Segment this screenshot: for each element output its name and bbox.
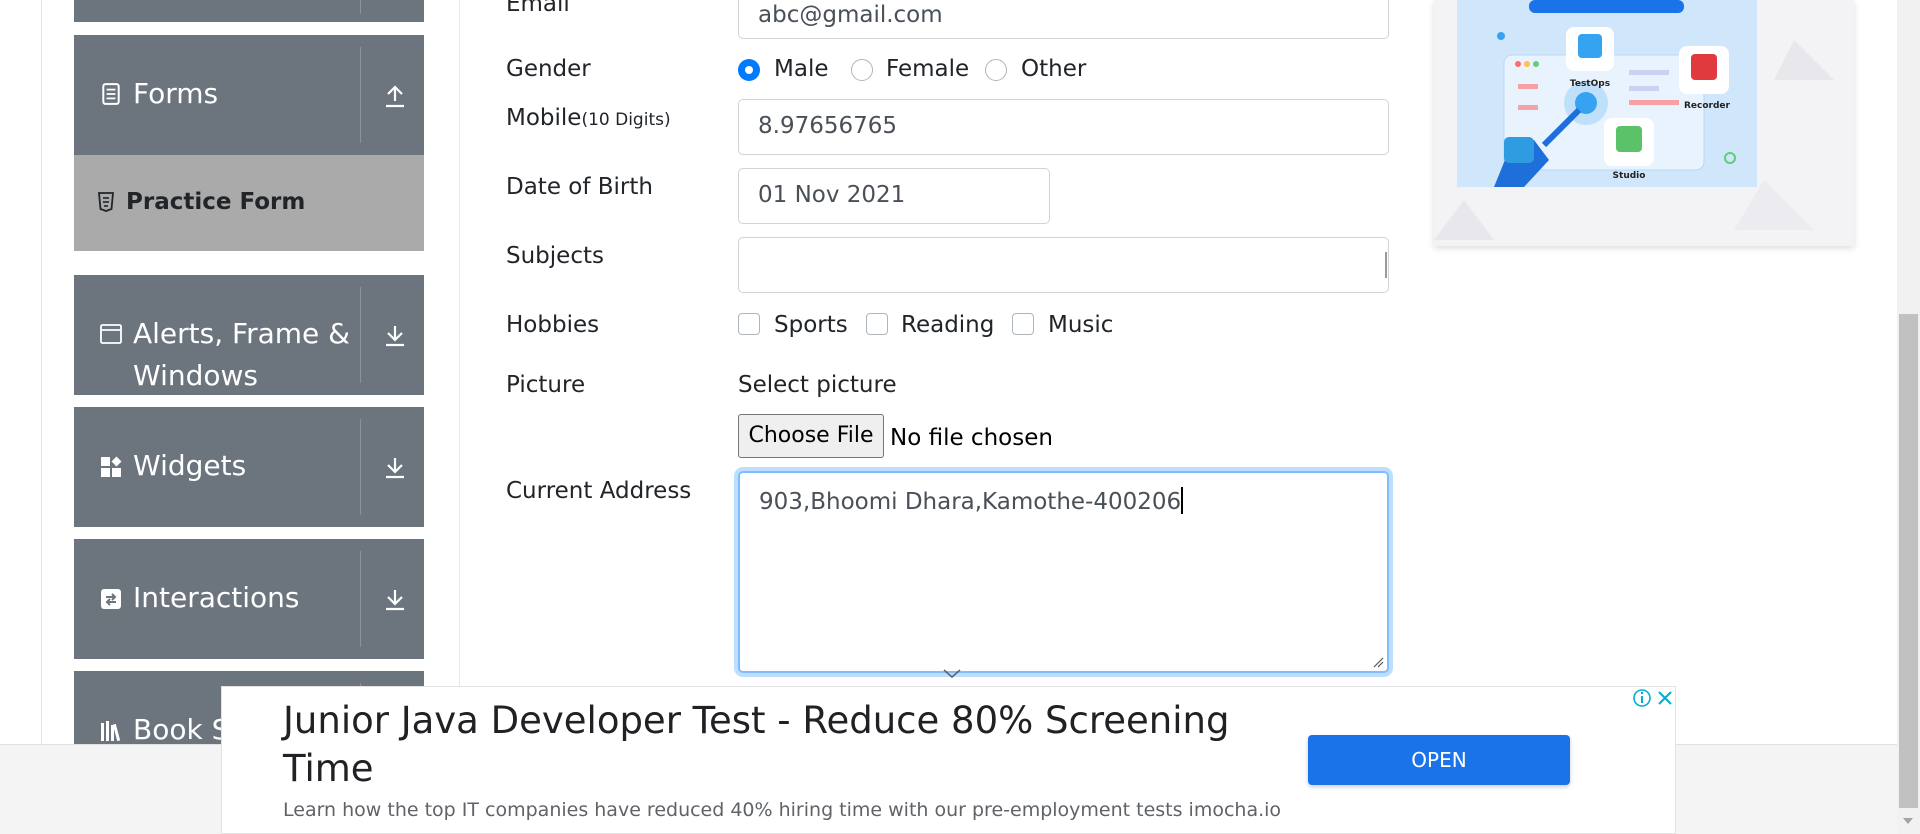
sidebar-group-label: Widgets <box>133 449 247 482</box>
select-picture-label: Select picture <box>738 372 897 398</box>
chevron-down-icon[interactable] <box>941 667 963 681</box>
group-separator <box>360 0 361 14</box>
sidebar-border-left <box>41 0 42 744</box>
window-icon <box>100 324 122 344</box>
group-separator <box>360 419 361 515</box>
subjects-field[interactable] <box>738 237 1389 293</box>
download-arrow-icon[interactable] <box>384 323 406 347</box>
katalon-ad-panel[interactable]: TestOps Recorder Studio <box>1434 0 1854 246</box>
group-separator <box>360 287 361 383</box>
sidebar-group-label: Forms <box>133 77 219 110</box>
hobby-reading-label[interactable]: Reading <box>901 312 994 338</box>
ad-description[interactable]: Learn how the top IT companies have redu… <box>283 799 1281 821</box>
upload-arrow-icon[interactable] <box>384 84 406 108</box>
gender-label: Gender <box>506 56 591 82</box>
sidebar-border-right <box>459 0 460 744</box>
group-separator <box>360 551 361 647</box>
subjects-scroll-indicator <box>1385 252 1387 278</box>
ad-title[interactable]: Junior Java Developer Test - Reduce 80% … <box>283 697 1243 793</box>
hobbies-label: Hobbies <box>506 312 600 338</box>
html5-icon <box>98 192 114 212</box>
file-status: No file chosen <box>890 425 1053 451</box>
sidebar-item-practice-form[interactable]: Practice Form <box>74 155 424 251</box>
katalon-illustration: TestOps Recorder Studio <box>1434 0 1854 246</box>
email-label: Email <box>506 0 570 17</box>
current-address-textarea[interactable]: 903,Bhoomi Dhara,Kamothe-400206 <box>738 471 1389 673</box>
text-caret <box>1181 487 1183 514</box>
hobby-music-checkbox[interactable] <box>1012 313 1034 335</box>
gender-male-radio[interactable] <box>738 59 760 81</box>
download-arrow-icon[interactable] <box>384 587 406 611</box>
sidebar-group-forms[interactable]: Forms <box>74 35 424 155</box>
sidebar-group-label: Alerts, Frame & <box>133 317 351 350</box>
hobby-sports-label[interactable]: Sports <box>774 312 848 338</box>
ad-banner[interactable]: Junior Java Developer Test - Reduce 80% … <box>221 669 1676 834</box>
hobby-reading-checkbox[interactable] <box>866 313 888 335</box>
sidebar-item-label: Practice Form <box>126 189 306 215</box>
current-address-label: Current Address <box>506 478 692 504</box>
gender-other-label[interactable]: Other <box>1021 56 1086 82</box>
mobile-hint: (10 Digits) <box>581 110 671 130</box>
info-icon[interactable] <box>1631 687 1653 709</box>
picture-label: Picture <box>506 372 586 398</box>
mobile-label: Mobile(10 Digits) <box>506 105 671 131</box>
download-arrow-icon[interactable] <box>384 455 406 479</box>
recorder-label: Recorder <box>1684 101 1731 111</box>
hobby-sports-checkbox[interactable] <box>738 313 760 335</box>
dob-label: Date of Birth <box>506 174 653 200</box>
document-icon <box>102 83 120 105</box>
dob-field[interactable]: 01 Nov 2021 <box>738 168 1050 224</box>
sidebar-group-label: Interactions <box>133 581 300 614</box>
sidebar-group-interactions[interactable]: Interactions <box>74 539 424 659</box>
gender-other-radio[interactable] <box>985 59 1007 81</box>
sidebar-group-elements[interactable] <box>74 0 424 22</box>
books-icon <box>101 721 121 742</box>
mobile-label-text: Mobile <box>506 105 582 131</box>
gender-male-label[interactable]: Male <box>774 56 828 82</box>
mobile-field[interactable]: 8.97656765 <box>738 99 1389 155</box>
interactions-icon <box>101 589 121 609</box>
group-separator <box>360 47 361 143</box>
hobby-music-label[interactable]: Music <box>1048 312 1113 338</box>
sidebar-group-alerts[interactable]: Alerts, Frame & Windows <box>74 275 424 395</box>
subjects-label: Subjects <box>506 243 604 269</box>
scroll-down-arrow-icon[interactable] <box>1901 816 1915 826</box>
studio-label: Studio <box>1613 171 1646 181</box>
ad-open-button[interactable]: OPEN <box>1308 735 1570 785</box>
choose-file-button[interactable]: Choose File <box>738 414 884 458</box>
close-icon[interactable] <box>1654 687 1676 709</box>
gender-female-label[interactable]: Female <box>886 56 969 82</box>
scrollbar-thumb[interactable] <box>1899 314 1918 808</box>
sidebar-group-widgets[interactable]: Widgets <box>74 407 424 527</box>
testops-label: TestOps <box>1570 79 1610 89</box>
resize-grip-icon[interactable] <box>1372 656 1384 668</box>
gender-female-radio[interactable] <box>851 59 873 81</box>
current-address-value: 903,Bhoomi Dhara,Kamothe-400206 <box>759 489 1182 515</box>
sidebar-group-label-line2: Windows <box>133 359 258 392</box>
email-field[interactable]: abc@gmail.com <box>738 0 1389 39</box>
widgets-icon <box>101 456 122 477</box>
